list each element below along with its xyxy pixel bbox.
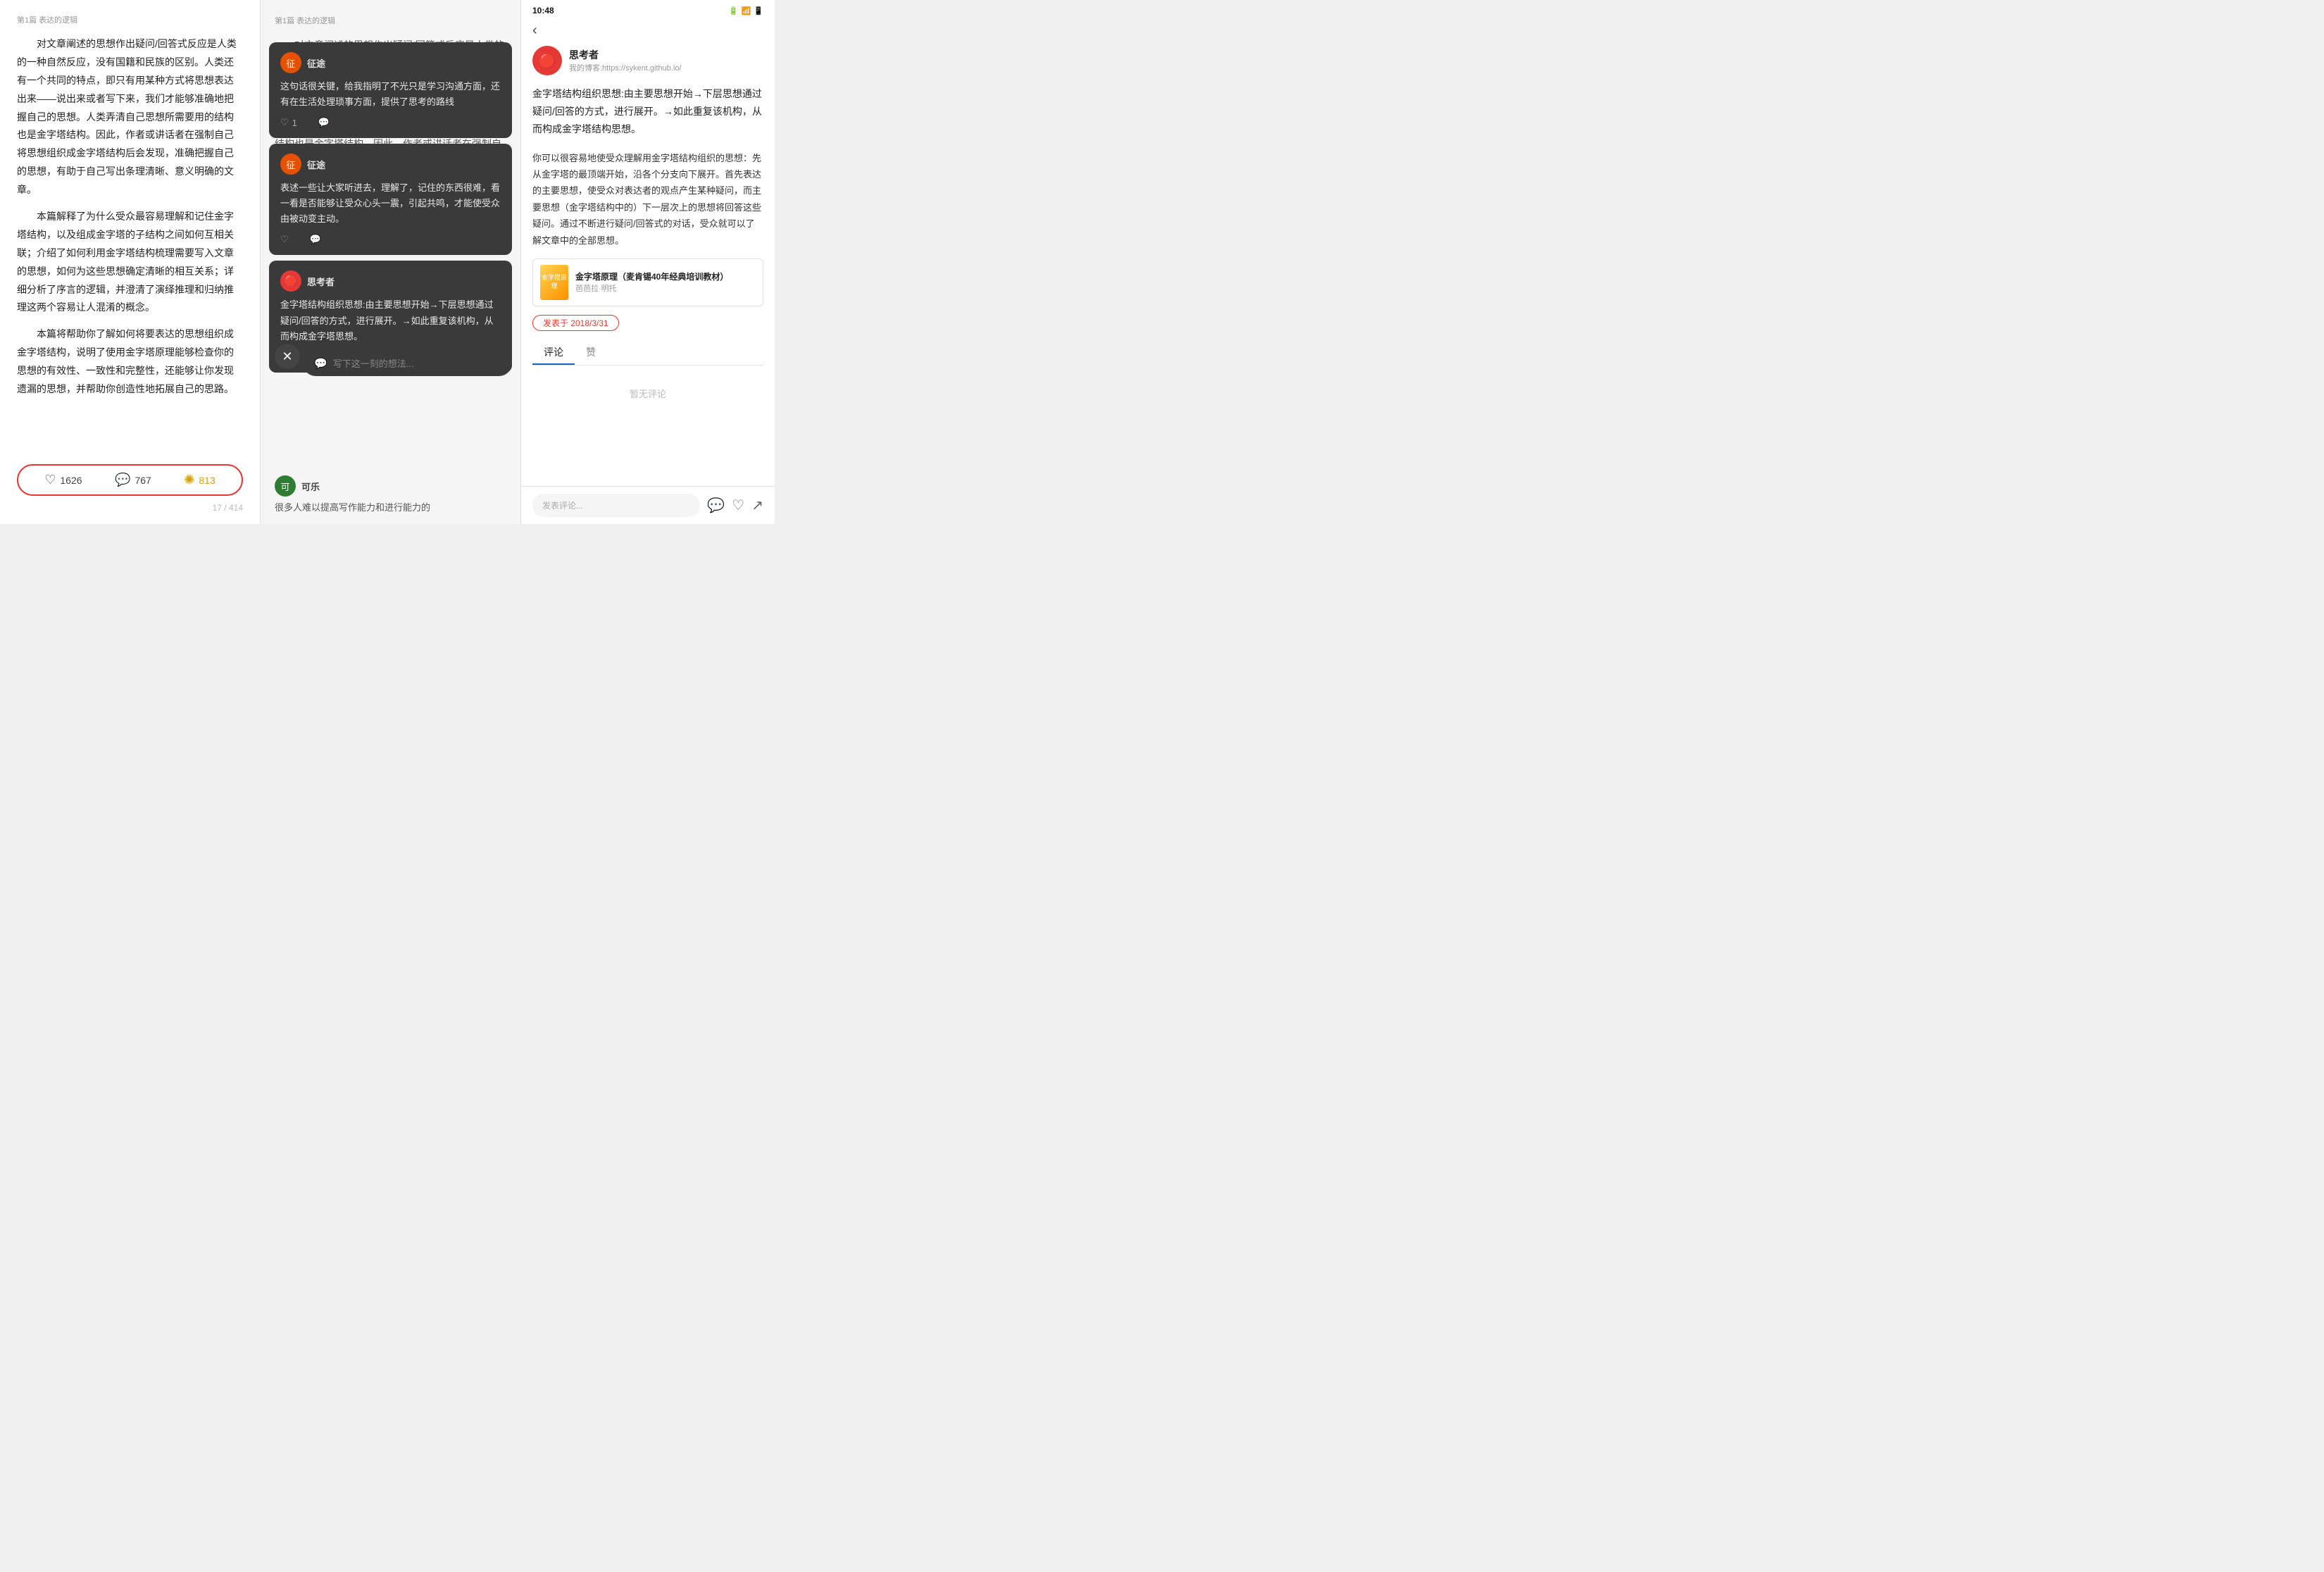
no-comment-text: 暂无评论: [532, 375, 763, 411]
main-quote: 金字塔结构组织思想:由主要思想开始→下层思想通过疑问/回答的方式，进行展开。→如…: [532, 85, 763, 139]
close-overlay-button[interactable]: ✕: [275, 344, 300, 369]
p3-body: 🔴 思考者 我的博客:https://sykent.github.io/ 金字塔…: [521, 46, 775, 486]
comment-bubble-icon: 💬: [314, 357, 327, 370]
action-bar: ♡ 1626 💬 767 ✺ 813: [17, 464, 243, 496]
heart-icon: ♡: [44, 473, 56, 487]
panel-article-detail: 10:48 🔋 📶 📱 ‹ 🔴 思考者 我的博客:https://sykent.…: [521, 0, 775, 524]
author-avatar: 🔴: [532, 46, 562, 75]
like-count: 1626: [60, 475, 82, 486]
comment-text-0: 这句话很关键，给我指明了不光只是学习沟通方面，还有在生活处理琐事方面，提供了思考…: [280, 79, 501, 110]
comment-card-1: 征 征途 表述一些让大家听进去，理解了，记住的东西很难，看一看是否能够让受众心头…: [269, 144, 512, 255]
comment-actions-1: ♡ 💬: [280, 234, 501, 245]
last-avatar: 可: [275, 475, 296, 497]
comment-icon: 💬: [115, 473, 130, 487]
heart-icon-0: ♡: [280, 117, 289, 128]
like-count-0: 1: [292, 118, 297, 128]
heart-icon-footer[interactable]: ♡: [732, 497, 744, 514]
comment-count: 767: [135, 475, 151, 486]
signal-icon: 📱: [754, 6, 763, 15]
comment-actions-0: ♡ 1 💬: [280, 117, 501, 128]
status-bar: 10:48 🔋 📶 📱: [521, 0, 775, 18]
user-row-0: 征 征途: [280, 52, 501, 73]
comment-text-1: 表述一些让大家听进去，理解了，记住的东西很难，看一看是否能够让受众心头一震，引起…: [280, 180, 501, 227]
panel-reading: 第1篇 表达的逻辑 对文章阐述的思想作出疑问/回答式反应是人类的一种自然反应，没…: [0, 0, 261, 524]
comment-text-2: 金字塔结构组织思想:由主要思想开始→下层思想通过疑问/回答的方式，进行展开。→如…: [280, 297, 501, 344]
battery-icon: 🔋: [729, 6, 739, 15]
sub-quote: 你可以很容易地使受众理解用金字塔结构组织的思想：先从金字塔的最顶端开始，沿各个分…: [532, 150, 763, 249]
like-button[interactable]: ♡ 1626: [44, 473, 82, 487]
tab-comment[interactable]: 评论: [532, 341, 575, 365]
user-row-1: 征 征途: [280, 154, 501, 175]
author-row: 🔴 思考者 我的博客:https://sykent.github.io/: [532, 46, 763, 75]
comment-input-placeholder: 写下这一刻的想法...: [333, 356, 414, 370]
last-username: 可乐: [301, 480, 320, 493]
like-action-0[interactable]: ♡ 1: [280, 117, 297, 128]
reply-action-0[interactable]: 💬: [318, 117, 330, 128]
p3-back-header: ‹: [521, 18, 775, 46]
comment-icon-footer[interactable]: 💬: [707, 497, 725, 514]
panel2-header: 第1篇 表达的逻辑: [275, 14, 506, 28]
avatar-0: 征: [280, 52, 301, 73]
wifi-icon: 📶: [742, 6, 751, 15]
paragraph-1: 对文章阐述的思想作出疑问/回答式反应是人类的一种自然反应，没有国籍和民族的区别。…: [17, 35, 243, 199]
reply-icon-0: 💬: [318, 117, 330, 128]
page-number: 17 / 414: [17, 503, 243, 513]
tab-like[interactable]: 赞: [575, 341, 607, 365]
book-sub: 芭芭拉·明托: [575, 282, 728, 294]
share-count: 813: [199, 475, 215, 486]
panel-comments-overlay: 第1篇 表达的逻辑 对文章阐述的思想作出疑问/回答式反应是人类的一种自然反应，没…: [261, 0, 521, 524]
panel1-footer: ♡ 1626 💬 767 ✺ 813 17 / 414: [17, 464, 243, 513]
username-0: 征途: [307, 56, 325, 70]
username-1: 征途: [307, 158, 325, 171]
comment-button[interactable]: 💬 767: [115, 473, 151, 487]
share-icon-footer[interactable]: ↗: [751, 497, 763, 514]
book-cover-image: 金字塔原理: [540, 265, 568, 300]
paragraph-2: 本篇解释了为什么受众最容易理解和记住金字塔结构，以及组成金字塔的子结构之间如何互…: [17, 208, 243, 317]
comment-input[interactable]: 发表评论...: [532, 494, 700, 517]
publish-date: 发表于 2018/3/31: [532, 315, 619, 331]
reply-action-1[interactable]: 💬: [310, 234, 321, 245]
book-info: 金字塔原理（麦肯锡40年经典培训教材） 芭芭拉·明托: [575, 270, 728, 294]
overlay-cards: 征 征途 这句话很关键，给我指明了不光只是学习沟通方面，还有在生活处理琐事方面，…: [261, 42, 520, 373]
user-row-2: 🔴 思考者: [280, 270, 501, 292]
share-icon: ✺: [184, 473, 194, 487]
username-2: 思考者: [307, 275, 335, 288]
reply-icon-1: 💬: [310, 234, 321, 245]
author-name: 思考者: [569, 48, 682, 62]
tabs-row: 评论 赞: [532, 341, 763, 366]
share-button[interactable]: ✺ 813: [184, 473, 215, 487]
panel1-header: 第1篇 表达的逻辑: [17, 14, 243, 25]
status-time: 10:48: [532, 6, 554, 15]
author-link: 我的博客:https://sykent.github.io/: [569, 62, 682, 73]
comment-input-bar[interactable]: 💬 写下这一刻的想法...: [303, 350, 512, 376]
panel1-content: 对文章阐述的思想作出疑问/回答式反应是人类的一种自然反应，没有国籍和民族的区别。…: [17, 35, 243, 456]
avatar-2: 🔴: [280, 270, 301, 292]
like-action-1[interactable]: ♡: [280, 234, 289, 245]
back-button[interactable]: ‹: [532, 23, 537, 39]
avatar-1: 征: [280, 154, 301, 175]
heart-icon-1: ♡: [280, 234, 289, 245]
p3-footer: 发表评论... 💬 ♡ ↗: [521, 486, 775, 524]
author-info: 思考者 我的博客:https://sykent.github.io/: [569, 48, 682, 73]
last-comment-text: 很多人难以提高写作能力和进行能力的: [275, 501, 506, 516]
paragraph-3: 本篇将帮助你了解如何将要表达的思想组织成金字塔结构，说明了使用金字塔原理能够检查…: [17, 325, 243, 399]
last-comment: 可 可乐 很多人难以提高写作能力和进行能力的: [261, 467, 520, 524]
comment-card-0: 征 征途 这句话很关键，给我指明了不光只是学习沟通方面，还有在生活处理琐事方面，…: [269, 42, 512, 138]
status-icons: 🔋 📶 📱: [729, 6, 763, 15]
book-title: 金字塔原理（麦肯锡40年经典培训教材）: [575, 270, 728, 282]
book-card[interactable]: 金字塔原理 金字塔原理（麦肯锡40年经典培训教材） 芭芭拉·明托: [532, 258, 763, 306]
last-user-row: 可 可乐: [275, 475, 506, 497]
